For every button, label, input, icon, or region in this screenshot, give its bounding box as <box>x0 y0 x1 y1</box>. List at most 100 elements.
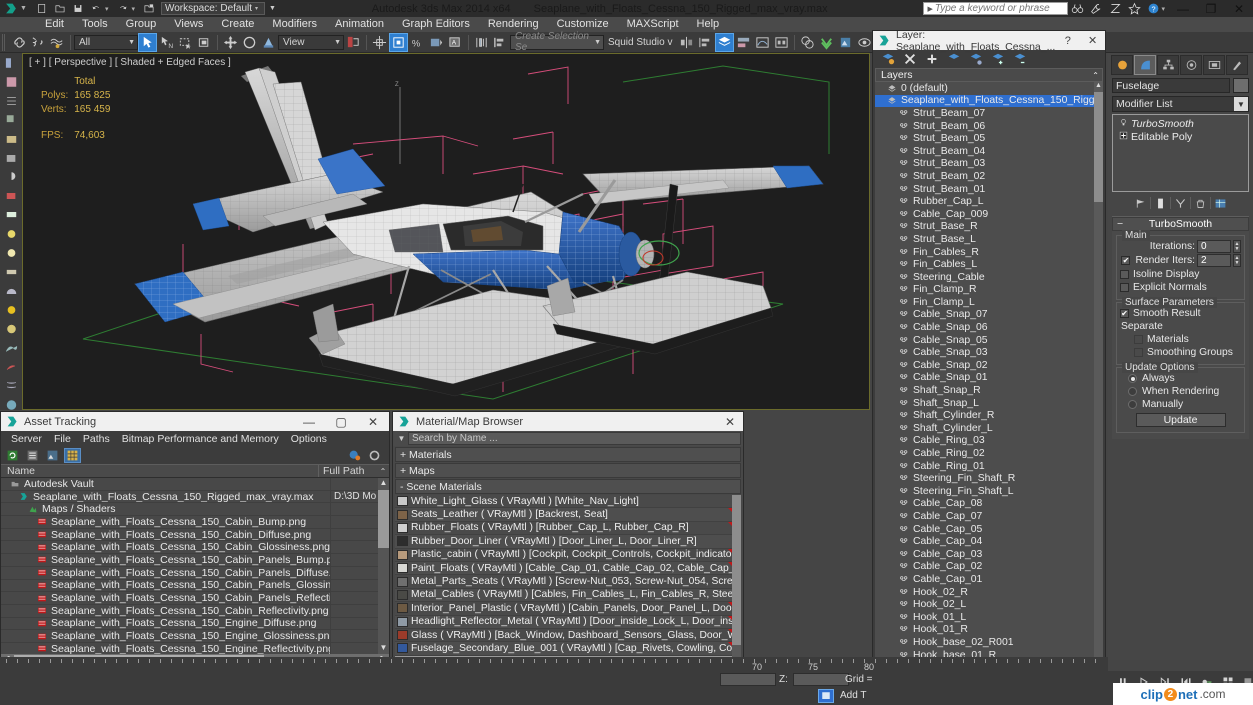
undo-icon[interactable] <box>89 2 104 16</box>
asset-row[interactable]: Maps / Shaders <box>1 503 389 517</box>
update-button[interactable]: Update <box>1135 413 1226 427</box>
layer-row[interactable]: Rubber_Cap_L <box>875 195 1103 208</box>
mmb-titlebar[interactable]: Material/Map Browser ✕ <box>393 412 743 431</box>
modify-tab[interactable] <box>1134 55 1156 75</box>
asset-row[interactable]: Seaplane_with_Floats_Cessna_150_Cabin_Pa… <box>1 566 389 580</box>
layer-row[interactable]: Cable_Snap_01 <box>875 372 1103 385</box>
app-menu-caret-icon[interactable]: ▼ <box>20 5 27 12</box>
iterations-stepper[interactable]: ▲ ▼ <box>1233 240 1241 253</box>
use-pivot-center-icon[interactable] <box>344 33 363 52</box>
at-vscroll-thumb[interactable] <box>378 490 389 548</box>
create-tab[interactable] <box>1111 55 1133 75</box>
color-clipboard-icon[interactable] <box>1 187 21 205</box>
ribbon-toggle-icon[interactable] <box>734 33 753 52</box>
select-and-move-icon[interactable] <box>221 33 240 52</box>
material-row[interactable]: Rubber_Door_Liner ( VRayMtl ) [Door_Line… <box>395 535 741 549</box>
snaps-toggle-icon[interactable] <box>370 33 389 52</box>
remove-modifier-icon[interactable] <box>1193 196 1208 210</box>
layer-row[interactable]: Cable_Cap_02 <box>875 561 1103 574</box>
modifier-list-dropdown[interactable]: Modifier List ▼ <box>1112 96 1249 112</box>
layer-row[interactable]: Cable_Cap_05 <box>875 523 1103 536</box>
layer-row[interactable]: Steering_Cable <box>875 271 1103 284</box>
layer-row[interactable]: Fin_Clamp_R <box>875 284 1103 297</box>
asset-row[interactable]: Seaplane_with_Floats_Cessna_150_Cabin_Di… <box>1 528 389 542</box>
at-menu-server[interactable]: Server <box>5 433 48 445</box>
search-box[interactable]: ▶ <box>923 2 1069 15</box>
snapshot-icon[interactable] <box>1 130 21 148</box>
reference-coordinate-combo[interactable]: View ▼ <box>278 34 344 50</box>
cloth-icon[interactable] <box>1 358 21 376</box>
utilities-tab[interactable] <box>1226 55 1248 75</box>
layer-row[interactable]: Strut_Beam_06 <box>875 120 1103 133</box>
angle-snap-icon[interactable] <box>389 32 408 52</box>
toolbar-grip[interactable] <box>2 33 8 51</box>
set-project-icon[interactable] <box>142 2 157 16</box>
layer-row[interactable]: Cable_Snap_02 <box>875 359 1103 372</box>
update-option-manually[interactable]: Manually <box>1128 399 1241 410</box>
mmb-vscroll-thumb[interactable] <box>732 495 741 645</box>
at-maximize-button[interactable]: ▢ <box>325 415 357 429</box>
menu-item-rendering[interactable]: Rendering <box>479 17 548 32</box>
spinner-snap-icon[interactable] <box>427 33 446 52</box>
asset-row[interactable]: Seaplane_with_Floats_Cessna_150_Engine_D… <box>1 617 389 631</box>
asset-row[interactable]: Seaplane_with_Floats_Cessna_150_Cabin_Bu… <box>1 516 389 529</box>
target-light-icon[interactable] <box>1 244 21 262</box>
list-view-icon[interactable] <box>24 448 41 463</box>
layer-row[interactable]: Strut_Base_L <box>875 233 1103 246</box>
select-link-icon[interactable] <box>10 33 29 52</box>
layer-row[interactable]: Shaft_Cylinder_L <box>875 422 1103 435</box>
radio-when-rendering[interactable] <box>1128 387 1137 396</box>
layer-row[interactable]: Cable_Cap_01 <box>875 573 1103 586</box>
select-object-icon[interactable] <box>138 32 157 52</box>
new-icon[interactable] <box>35 2 50 16</box>
material-row[interactable]: Headlight_Reflector_Metal ( VRayMtl ) [D… <box>395 615 741 629</box>
menu-item-edit[interactable]: Edit <box>36 17 73 32</box>
rendered-frame-window-icon[interactable] <box>836 33 855 52</box>
configure-sets-icon[interactable] <box>1213 196 1228 210</box>
material-row[interactable]: Rubber_Floats ( VRayMtl ) [Rubber_Cap_L,… <box>395 521 741 536</box>
asset-row[interactable]: Seaplane_with_Floats_Cessna_150_Cabin_Pa… <box>1 579 389 593</box>
explicit-normals-checkbox[interactable] <box>1120 283 1129 292</box>
layer-vscroll-thumb[interactable] <box>1094 92 1103 202</box>
sun-icon[interactable] <box>1 301 21 319</box>
select-by-name-icon[interactable]: N <box>157 33 176 52</box>
edit-named-selection-icon[interactable]: A <box>446 33 465 52</box>
undo-caret-icon[interactable]: ▾ <box>105 5 109 13</box>
layer-row[interactable]: Strut_Base_R <box>875 221 1103 234</box>
flex-icon[interactable] <box>1 377 21 395</box>
at-menu-file[interactable]: File <box>48 433 77 445</box>
layer-row[interactable]: Fin_Cables_L <box>875 258 1103 271</box>
render-iters-spinner[interactable]: ✔ Render Iters: 2 ▲ ▼ <box>1120 254 1241 267</box>
close-button[interactable]: ✕ <box>1225 0 1253 17</box>
layer-row[interactable]: Cable_Cap_009 <box>875 208 1103 221</box>
motion-tab[interactable] <box>1180 55 1202 75</box>
menu-item-create[interactable]: Create <box>212 17 263 32</box>
select-and-rotate-icon[interactable] <box>240 33 259 52</box>
menu-item-modifiers[interactable]: Modifiers <box>263 17 326 32</box>
create-layer-icon[interactable] <box>877 51 899 67</box>
align-icon[interactable] <box>491 33 510 52</box>
at-menu-paths[interactable]: Paths <box>77 433 116 445</box>
max-logo-icon[interactable] <box>0 0 22 17</box>
explicit-normals-row[interactable]: Explicit Normals <box>1120 282 1241 293</box>
vault-settings-icon[interactable] <box>366 448 383 463</box>
named-selection-sets-combo[interactable]: Create Selection Se ▼ <box>510 31 604 53</box>
update-option-when-rendering[interactable]: When Rendering <box>1128 386 1241 397</box>
column-sort-icon[interactable]: ⌃ <box>377 467 389 476</box>
add-selection-icon[interactable] <box>987 51 1009 67</box>
layer-vscroll-up[interactable]: ▲ <box>1094 82 1103 92</box>
x-coordinate-field[interactable] <box>720 673 776 686</box>
vault-login-icon[interactable] <box>346 448 363 463</box>
material-row[interactable]: Metal_Parts_Seats ( VRayMtl ) [Screw-Nut… <box>395 575 741 589</box>
delete-layer-icon[interactable] <box>899 51 921 67</box>
menu-item-graph-editors[interactable]: Graph Editors <box>393 17 479 32</box>
at-vscroll-up[interactable]: ▲ <box>378 478 389 489</box>
at-minimize-button[interactable]: — <box>293 415 325 429</box>
layer-explorer-help-button[interactable]: ? <box>1055 35 1080 47</box>
add-time-tag-label[interactable]: Add T <box>840 690 867 701</box>
layer-row[interactable]: Cable_Cap_03 <box>875 548 1103 561</box>
layer-row[interactable]: Shaft_Snap_R <box>875 384 1103 397</box>
smoothing-groups-checkbox[interactable] <box>1134 348 1143 357</box>
isoline-display-checkbox[interactable] <box>1120 270 1129 279</box>
make-unique-icon[interactable] <box>1173 196 1188 210</box>
